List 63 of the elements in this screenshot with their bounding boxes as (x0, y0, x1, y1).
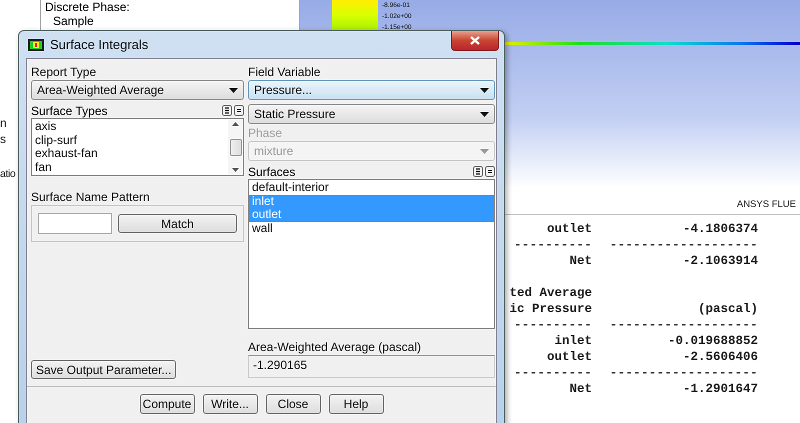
console-text: ic Pressure (508, 301, 592, 317)
dashed-rule: ------------------- (608, 237, 758, 253)
tree-item[interactable]: Discrete Phase: (45, 0, 299, 14)
console-text: Net (568, 253, 592, 269)
caret-icon (229, 88, 238, 92)
list-item[interactable]: wall (249, 222, 494, 235)
match-button[interactable]: Match (118, 214, 237, 233)
pattern-input-field[interactable] (38, 213, 112, 234)
list-item[interactable]: exhaust-fan (32, 147, 228, 160)
three-lines-icon[interactable] (473, 166, 483, 177)
console-text: inlet (553, 333, 592, 349)
window-title: Surface Integrals (50, 37, 148, 52)
caret-icon (480, 88, 489, 92)
console-text: ted Average (508, 285, 592, 301)
console-text: outlet (546, 221, 592, 237)
dialog-button[interactable]: Compute (140, 394, 194, 414)
result-field: -1.290165 (248, 355, 495, 378)
dashed-rule: ------------------- (608, 365, 758, 381)
close-icon (470, 36, 480, 45)
dialog-button[interactable]: Write... (202, 394, 258, 414)
cut-off-label: atio (0, 168, 16, 182)
console-text: (pascal) (696, 301, 758, 317)
field-label: Phase (248, 126, 284, 141)
dialog-button[interactable]: Close (266, 394, 320, 414)
tree-item[interactable]: Sample (53, 14, 299, 28)
caret-icon (480, 148, 489, 154)
contour-icon (28, 38, 44, 50)
console-text: outlet (546, 349, 592, 365)
field-label: Surfaces (248, 164, 296, 178)
list-item[interactable]: default-interior (249, 181, 494, 194)
field-variable-dropdown[interactable]: Pressure... (248, 80, 495, 100)
console-text: Net (568, 381, 592, 397)
two-lines-icon[interactable] (234, 105, 244, 116)
console-text: -4.1806374 (682, 221, 758, 237)
console-text: -0.019688852 (666, 333, 758, 349)
report-type-dropdown[interactable]: Area-Weighted Average (31, 80, 244, 100)
field-label: Surface Types (31, 104, 108, 118)
list-item[interactable]: axis (32, 120, 228, 134)
colorbar (332, 0, 378, 30)
dashed-rule: ------------------- (608, 317, 758, 333)
scroll-down-icon[interactable] (232, 168, 239, 172)
caret-icon (480, 112, 489, 116)
dashed-rule: ---------- (512, 365, 592, 381)
dashed-rule: ---------- (512, 317, 592, 333)
field-label: Surface Name Pattern (31, 190, 151, 205)
list-item[interactable]: fan (32, 160, 228, 174)
console-text: -2.1063914 (682, 253, 758, 269)
field-label: Report Type (31, 65, 98, 80)
banner-text: ANSYS FLUE (736, 199, 796, 210)
quantity-dropdown[interactable]: Static Pressure (248, 104, 495, 124)
three-lines-icon[interactable] (222, 105, 232, 116)
dialog-button[interactable]: Help (328, 394, 384, 414)
save-output-parameter-button[interactable]: Save Output Parameter... (31, 360, 176, 379)
dashed-rule: ---------- (512, 237, 592, 253)
list-item[interactable]: clip-surf (32, 134, 228, 147)
two-lines-icon[interactable] (485, 166, 495, 177)
console-text: -1.2901647 (682, 381, 758, 397)
scrollbar[interactable] (228, 119, 243, 175)
console-text: -2.5606406 (682, 349, 758, 365)
scroll-up-icon[interactable] (232, 122, 239, 126)
field-label: Area-Weighted Average (pascal) (248, 340, 422, 355)
field-label: Field Variable (248, 65, 322, 80)
close-button[interactable] (451, 31, 499, 51)
